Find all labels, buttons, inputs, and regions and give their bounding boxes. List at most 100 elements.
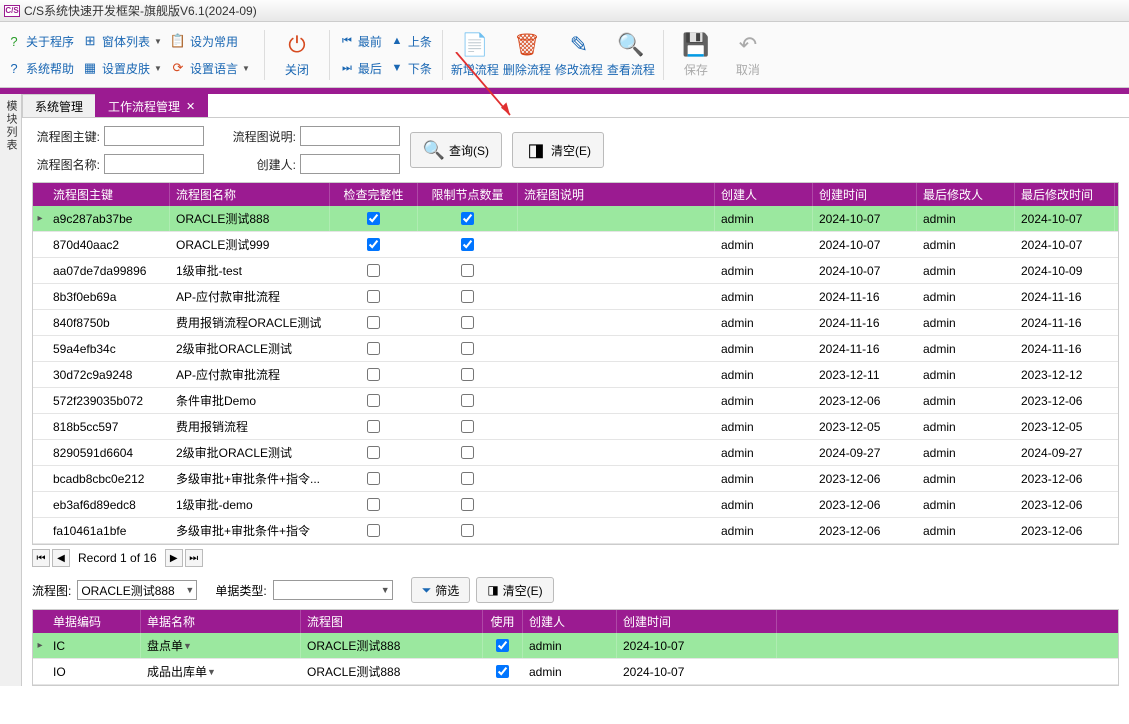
key-input[interactable] — [104, 126, 204, 146]
col2-name[interactable]: 单据名称 — [141, 610, 301, 633]
chk-limit[interactable] — [461, 238, 474, 251]
chk-limit[interactable] — [461, 290, 474, 303]
chk-limit[interactable] — [461, 394, 474, 407]
table-row[interactable]: IO成品出库单▼ORACLE测试888admin2024-10-07 — [33, 659, 1118, 685]
table-row[interactable]: 818b5cc597费用报销流程admin2023-12-05admin2023… — [33, 414, 1118, 440]
clear2-button[interactable]: ◨清空(E) — [476, 577, 553, 603]
save-button[interactable]: 💾保存 — [670, 27, 722, 83]
cell-chk1 — [330, 336, 418, 361]
lang-link[interactable]: ⟳设置语言▼ — [170, 60, 250, 77]
setdefault-link[interactable]: 📋设为常用 — [170, 33, 250, 50]
chk-integrity[interactable] — [367, 368, 380, 381]
col2-flow[interactable]: 流程图 — [301, 610, 483, 633]
flow-combo[interactable]: ORACLE测试888▼ — [77, 580, 197, 600]
cell-chk1 — [330, 362, 418, 387]
cell-chk1 — [330, 388, 418, 413]
chevron-down-icon[interactable]: ▼ — [207, 667, 216, 677]
col-key[interactable]: 流程图主键 — [47, 183, 170, 206]
chk-limit[interactable] — [461, 446, 474, 459]
clear-button[interactable]: ◨清空(E) — [512, 132, 604, 168]
col-ctime[interactable]: 创建时间 — [813, 183, 917, 206]
chk-limit[interactable] — [461, 212, 474, 225]
chk-limit[interactable] — [461, 368, 474, 381]
table-row[interactable]: 59a4efb34c2级审批ORACLE测试admin2024-11-16adm… — [33, 336, 1118, 362]
tab-workflow[interactable]: 工作流程管理✕ — [95, 94, 208, 117]
col2-use[interactable]: 使用 — [483, 610, 523, 633]
chk-integrity[interactable] — [367, 342, 380, 355]
col-creator[interactable]: 创建人 — [715, 183, 813, 206]
close-icon[interactable]: ✕ — [186, 100, 195, 113]
delete-button[interactable]: 🗑删除流程 — [501, 27, 553, 83]
doctype-combo[interactable]: ▼ — [273, 580, 393, 600]
divider — [442, 30, 443, 80]
first-button[interactable]: ⏮最前 — [340, 33, 382, 50]
chk-integrity[interactable] — [367, 212, 380, 225]
table-row[interactable]: 8b3f0eb69aAP-应付款审批流程admin2024-11-16admin… — [33, 284, 1118, 310]
desc-input[interactable] — [300, 126, 400, 146]
chk-limit[interactable] — [461, 342, 474, 355]
table-row[interactable]: 870d40aac2ORACLE测试999admin2024-10-07admi… — [33, 232, 1118, 258]
pager-first[interactable]: ⏮ — [32, 549, 50, 567]
close-button[interactable]: ⏻关闭 — [271, 27, 323, 83]
col-modtime[interactable]: 最后修改时间 — [1015, 183, 1115, 206]
chk-use[interactable] — [496, 639, 509, 652]
chk-integrity[interactable] — [367, 238, 380, 251]
skin-link[interactable]: ▦设置皮肤▼ — [82, 60, 162, 77]
col2-creator[interactable]: 创建人 — [523, 610, 617, 633]
chk-limit[interactable] — [461, 264, 474, 277]
table-row[interactable]: bcadb8cbc0e212多级审批+审批条件+指令...admin2023-1… — [33, 466, 1118, 492]
filter-button[interactable]: ⏷筛选 — [411, 577, 471, 603]
chk-integrity[interactable] — [367, 316, 380, 329]
col2-code[interactable]: 单据编码 — [47, 610, 141, 633]
chk-integrity[interactable] — [367, 446, 380, 459]
table-row[interactable]: aa07de7da998961级审批-testadmin2024-10-07ad… — [33, 258, 1118, 284]
winlist-link[interactable]: ⊞窗体列表▼ — [82, 33, 162, 50]
pager-next[interactable]: ▶ — [165, 549, 183, 567]
name-input[interactable] — [104, 154, 204, 174]
chk-limit[interactable] — [461, 498, 474, 511]
next-button[interactable]: ▼下条 — [390, 60, 432, 77]
chk-limit[interactable] — [461, 316, 474, 329]
table-row[interactable]: 572f239035b072条件审批Demoadmin2023-12-06adm… — [33, 388, 1118, 414]
col-chk2[interactable]: 限制节点数量 — [418, 183, 518, 206]
pager-prev[interactable]: ◀ — [52, 549, 70, 567]
table-row[interactable]: 30d72c9a9248AP-应付款审批流程admin2023-12-11adm… — [33, 362, 1118, 388]
chk-integrity[interactable] — [367, 394, 380, 407]
chk-integrity[interactable] — [367, 472, 380, 485]
view-button[interactable]: 🔍查看流程 — [605, 27, 657, 83]
chk-limit[interactable] — [461, 420, 474, 433]
table-row[interactable]: 840f8750b费用报销流程ORACLE测试admin2024-11-16ad… — [33, 310, 1118, 336]
col-chk1[interactable]: 检查完整性 — [330, 183, 418, 206]
col-moduser[interactable]: 最后修改人 — [917, 183, 1015, 206]
add-button[interactable]: 📄新增流程 — [449, 27, 501, 83]
pager-last[interactable]: ⏭ — [185, 549, 203, 567]
chk-integrity[interactable] — [367, 290, 380, 303]
chk-integrity[interactable] — [367, 524, 380, 537]
about-link[interactable]: ?关于程序 — [6, 33, 74, 50]
creator-input[interactable] — [300, 154, 400, 174]
chk-integrity[interactable] — [367, 264, 380, 277]
last-button[interactable]: ⏭最后 — [340, 60, 382, 77]
chk-use[interactable] — [496, 665, 509, 678]
table-row[interactable]: ▸a9c287ab37beORACLE测试888admin2024-10-07a… — [33, 206, 1118, 232]
cancel-button[interactable]: ↶取消 — [722, 27, 774, 83]
edit-button[interactable]: ✎修改流程 — [553, 27, 605, 83]
col-name[interactable]: 流程图名称 — [170, 183, 330, 206]
chk-integrity[interactable] — [367, 498, 380, 511]
tab-system[interactable]: 系统管理 — [22, 94, 96, 117]
table-row[interactable]: fa10461a1bfe多级审批+审批条件+指令admin2023-12-06a… — [33, 518, 1118, 544]
prev-button[interactable]: ▲上条 — [390, 33, 432, 50]
col-desc[interactable]: 流程图说明 — [518, 183, 715, 206]
module-list-tab[interactable]: 模块列表 — [0, 94, 22, 686]
help-link[interactable]: ?系统帮助 — [6, 60, 74, 77]
query-button[interactable]: 🔍查询(S) — [410, 132, 502, 168]
cell-modtime: 2023-12-12 — [1015, 362, 1115, 387]
col2-ctime[interactable]: 创建时间 — [617, 610, 777, 633]
table-row[interactable]: eb3af6d89edc81级审批-demoadmin2023-12-06adm… — [33, 492, 1118, 518]
chk-limit[interactable] — [461, 472, 474, 485]
chk-limit[interactable] — [461, 524, 474, 537]
chk-integrity[interactable] — [367, 420, 380, 433]
table-row[interactable]: 8290591d66042级审批ORACLE测试admin2024-09-27a… — [33, 440, 1118, 466]
table-row[interactable]: ▸IC盘点单▼ORACLE测试888admin2024-10-07 — [33, 633, 1118, 659]
chevron-down-icon[interactable]: ▼ — [183, 641, 192, 651]
